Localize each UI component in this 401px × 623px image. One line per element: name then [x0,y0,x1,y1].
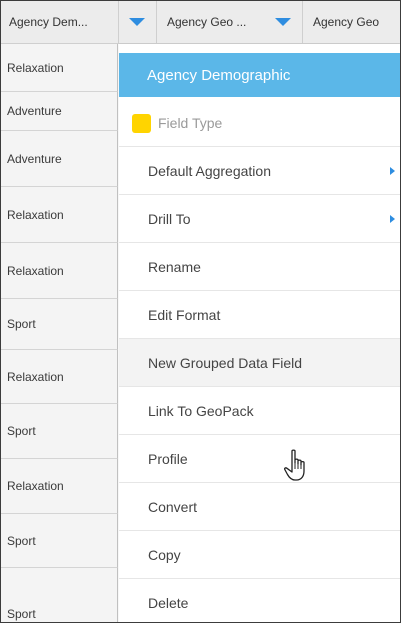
menu-item-label: Delete [148,595,189,611]
menu-item-drill-to[interactable]: Drill To [119,195,400,243]
menu-item-label: Default Aggregation [148,162,271,179]
table-row[interactable]: Relaxation [1,350,118,404]
menu-item-default-aggregation[interactable]: Default Aggregation [119,147,400,195]
cell-value: Sport [7,533,36,548]
menu-item-label: Convert [148,498,198,515]
column-header-label: Agency Geo [313,15,380,29]
menu-title: Agency Demographic [119,53,400,97]
column-header-agency-geo-1[interactable]: Agency Geo ... [157,1,303,43]
menu-item-label: Copy [148,546,181,563]
column-header-label: Agency Geo ... [167,15,247,29]
cell-value: Relaxation [7,369,64,384]
menu-item-label: New Grouped Data Field [148,354,303,371]
menu-item-label: Link To GeoPack [148,402,254,419]
menu-item-link-to-geopack[interactable]: Link To GeoPack [119,387,400,435]
cell-value: Adventure [7,151,62,166]
menu-item-label: Field Type [158,114,223,131]
menu-item-label: Rename [148,258,201,275]
table-row[interactable]: Sport [1,299,118,350]
column-header-label: Agency Dem... [9,15,88,29]
table-row[interactable]: Relaxation [1,44,118,92]
menu-item-copy[interactable]: Copy [119,531,400,579]
column-header-bar: Agency Dem... Agency Geo ... Agency Geo [1,1,400,44]
cell-value: Sport [7,317,36,331]
menu-item-label: Edit Format [148,306,221,323]
table-row[interactable]: Sport [1,514,118,568]
field-context-menu: Agency Demographic Field Type Default Ag… [119,44,400,622]
cell-value: Sport [7,424,36,438]
hand-pointer-icon [284,449,305,481]
cell-value: Relaxation [7,263,64,278]
table-row[interactable]: Sport [1,404,118,459]
menu-item-label: Drill To [148,210,191,227]
table-row[interactable]: Relaxation [1,187,118,243]
cell-value: Relaxation [7,207,64,222]
column-dropdown-toggle[interactable] [119,1,157,43]
cell-value: Relaxation [7,479,64,493]
submenu-arrow-icon [390,167,395,175]
cell-value: Sport [7,607,36,621]
menu-item-new-grouped-data-field[interactable]: New Grouped Data Field [119,339,400,387]
chevron-down-icon[interactable] [129,18,145,26]
menu-item-rename[interactable]: Rename [119,243,400,291]
column-header-agency-geo-2[interactable]: Agency Geo [303,1,400,43]
menu-item-convert[interactable]: Convert [119,483,400,531]
column-header-agency-demographic[interactable]: Agency Dem... [1,1,119,43]
submenu-arrow-icon [390,215,395,223]
table-row[interactable]: Adventure [1,92,118,131]
table-row[interactable]: Sport [1,568,118,622]
table-row[interactable]: Adventure [1,131,118,187]
menu-item-delete[interactable]: Delete [119,579,400,622]
menu-item-label: Profile [148,450,188,467]
cell-value: Adventure [7,104,62,118]
field-type-color-swatch [132,114,151,133]
chevron-down-icon[interactable] [275,18,291,26]
menu-item-edit-format[interactable]: Edit Format [119,291,400,339]
table-row[interactable]: Relaxation [1,243,118,299]
menu-item-field-type: Field Type [119,99,400,147]
report-table-window: Agency Dem... Agency Geo ... Agency Geo … [0,0,401,623]
table-row[interactable]: Relaxation [1,459,118,514]
menu-item-profile[interactable]: Profile [119,435,400,483]
cell-value: Relaxation [7,60,64,75]
